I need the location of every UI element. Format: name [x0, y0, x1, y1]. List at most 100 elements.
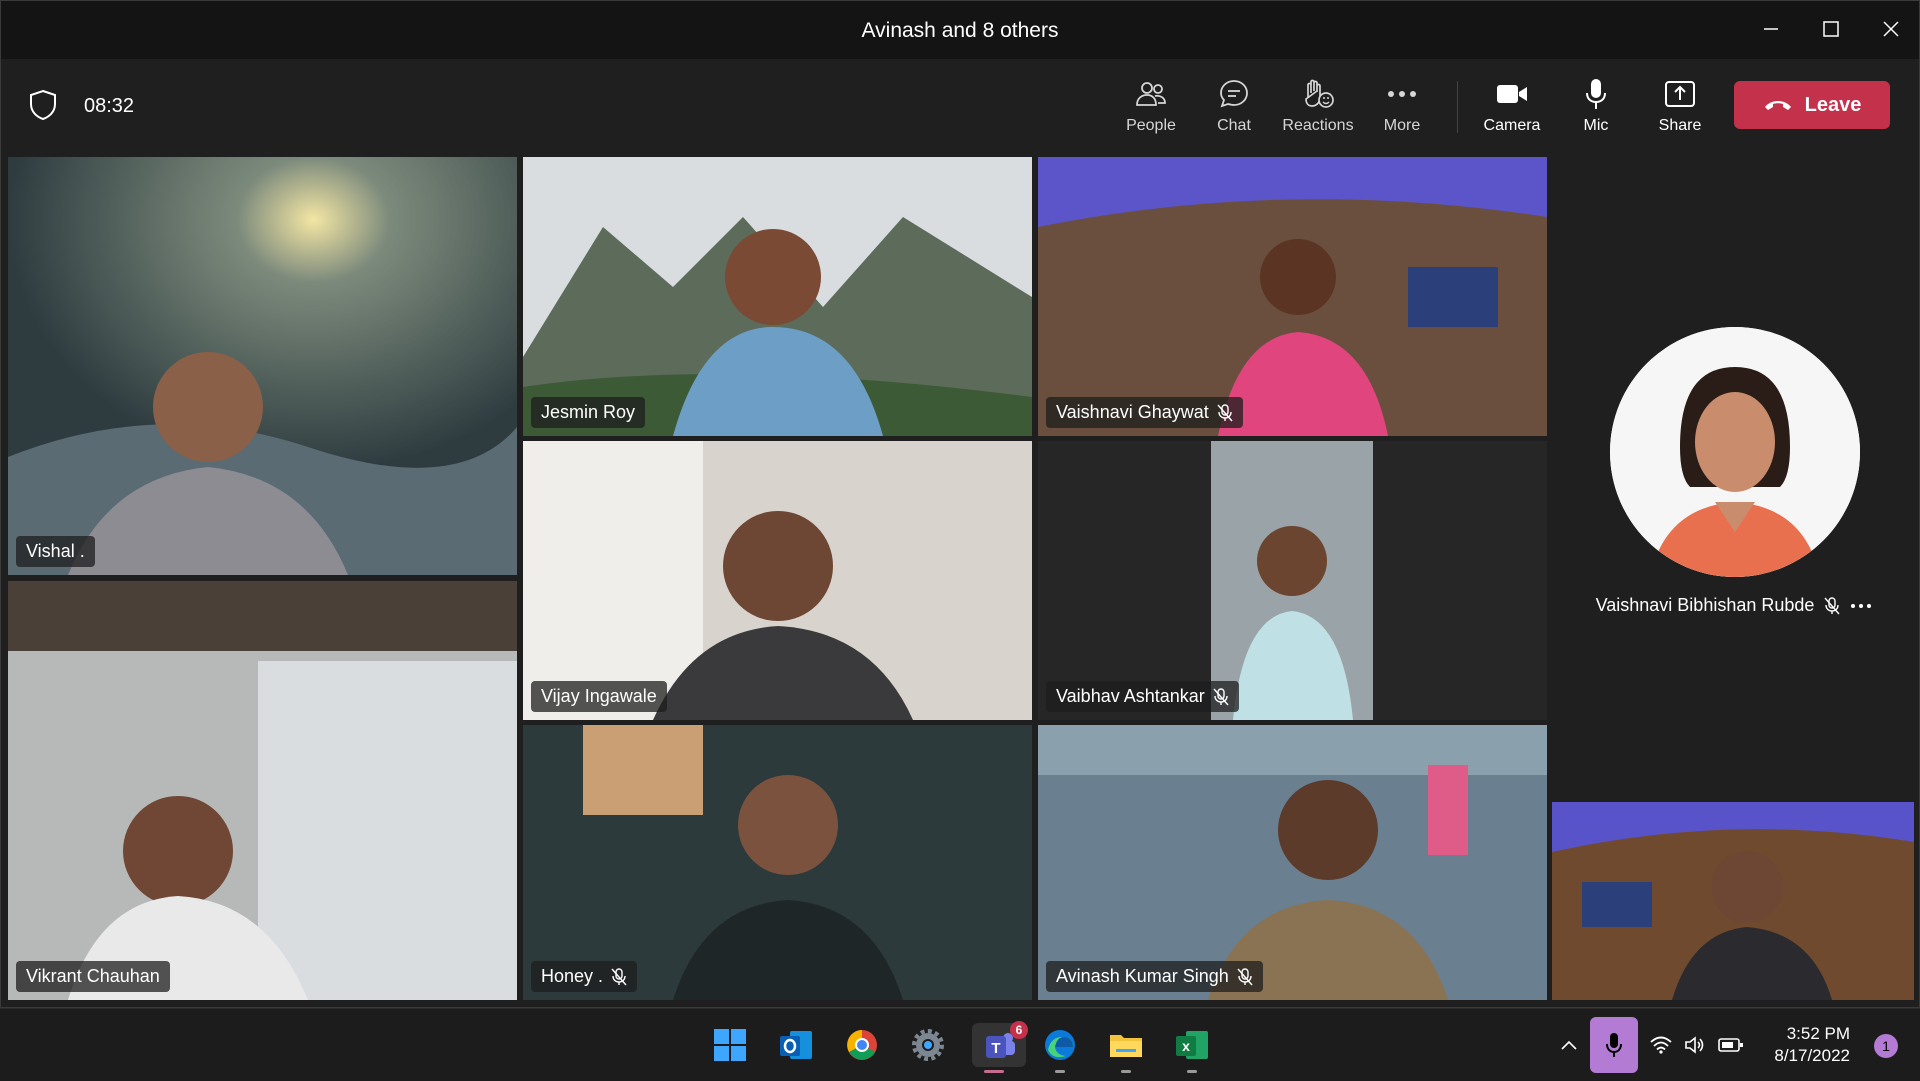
- self-preview-video[interactable]: [1552, 802, 1914, 1000]
- video-feed: [523, 441, 1032, 720]
- hang-up-icon: [1764, 101, 1791, 110]
- video-feed: [1038, 725, 1547, 1000]
- clock-time: 3:52 PM: [1786, 1024, 1850, 1043]
- share-label: Share: [1658, 117, 1702, 134]
- notification-badge: 6: [1010, 1021, 1028, 1039]
- minimize-button[interactable]: [1757, 15, 1785, 43]
- notification-center-badge[interactable]: 1: [1874, 1034, 1898, 1058]
- participant-name: Jesmin Roy: [541, 402, 636, 422]
- reactions-icon: [1278, 77, 1358, 111]
- more-button[interactable]: More: [1362, 77, 1442, 141]
- chrome-icon: [847, 1030, 877, 1060]
- mic-off-icon: [1237, 967, 1253, 985]
- show-hidden-icons-button[interactable]: [1560, 1009, 1578, 1081]
- camera-icon: [1472, 77, 1552, 111]
- mic-off-icon: [1213, 687, 1229, 705]
- mic-off-icon: [611, 967, 627, 985]
- windows-taskbar: T 6 x 3:52 PM 8/17/2022 1: [0, 1008, 1920, 1081]
- video-tile-vishal[interactable]: Vishal .: [8, 157, 517, 575]
- video-feed: [8, 581, 517, 1000]
- teams-app[interactable]: T 6: [972, 1021, 1028, 1073]
- maximize-icon: [1823, 21, 1839, 37]
- video-tile-vikrant-chauhan[interactable]: Vikrant Chauhan: [8, 581, 517, 1000]
- camera-label: Camera: [1483, 117, 1541, 134]
- leave-button[interactable]: Leave: [1734, 81, 1890, 129]
- participant-name-tag: Honey .: [531, 961, 638, 992]
- video-feed: [8, 157, 517, 575]
- mic-icon: [1556, 77, 1636, 111]
- video-tile-vaishnavi-ghaywat[interactable]: Vaishnavi Ghaywat: [1038, 157, 1547, 436]
- mic-icon: [1606, 1033, 1622, 1057]
- mic-button[interactable]: Mic: [1556, 77, 1636, 141]
- file-explorer-icon: [1110, 1035, 1142, 1057]
- video-feed: [1038, 157, 1547, 436]
- participant-name: Vikrant Chauhan: [26, 966, 160, 986]
- participant-name: Vijay Ingawale: [541, 686, 657, 706]
- participant-name-tag: Vaishnavi Bibhishan Rubde: [1552, 595, 1916, 616]
- chrome-app[interactable]: [840, 1023, 884, 1067]
- participant-name-tag: Avinash Kumar Singh: [1046, 961, 1263, 992]
- wifi-button[interactable]: [1650, 1009, 1672, 1081]
- outlook-icon: [780, 1031, 812, 1059]
- avatar: [1610, 327, 1860, 577]
- participant-name-tag: Vikrant Chauhan: [16, 961, 170, 992]
- volume-button[interactable]: [1684, 1009, 1706, 1081]
- video-tile-jesmin-roy[interactable]: Jesmin Roy: [523, 157, 1032, 436]
- battery-button[interactable]: [1718, 1009, 1744, 1081]
- battery-icon: [1718, 1038, 1743, 1052]
- chat-icon: [1194, 77, 1274, 111]
- reactions-button[interactable]: Reactions: [1278, 77, 1358, 141]
- audio-only-participant[interactable]: Vaishnavi Bibhishan Rubde: [1552, 155, 1916, 795]
- video-feed: [523, 157, 1032, 436]
- people-label: People: [1126, 117, 1176, 134]
- participant-name: Avinash Kumar Singh: [1056, 966, 1229, 986]
- file-explorer-app[interactable]: [1104, 1023, 1148, 1073]
- excel-icon: x: [1176, 1031, 1208, 1059]
- settings-icon: [912, 1029, 944, 1061]
- video-tile-vijay-ingawale[interactable]: Vijay Ingawale: [523, 441, 1032, 720]
- teams-meeting-window: Avinash and 8 others 08:32 People Chat R…: [0, 0, 1920, 1008]
- close-icon: [1883, 21, 1899, 37]
- toolbar-divider: [1457, 81, 1458, 133]
- participant-name-tag: Jesmin Roy: [531, 397, 646, 428]
- camera-button[interactable]: Camera: [1472, 77, 1552, 141]
- close-button[interactable]: [1877, 15, 1905, 43]
- more-label: More: [1383, 117, 1421, 134]
- chevron-up-icon: [1561, 1040, 1577, 1050]
- people-button[interactable]: People: [1111, 77, 1191, 141]
- video-tile-vaibhav-ashtankar[interactable]: Vaibhav Ashtankar: [1038, 441, 1547, 720]
- participant-name-tag: Vishal .: [16, 536, 95, 567]
- wifi-icon: [1650, 1036, 1672, 1054]
- excel-app[interactable]: x: [1170, 1023, 1214, 1073]
- more-options-icon[interactable]: [1850, 603, 1872, 609]
- share-icon: [1640, 77, 1720, 111]
- outlook-app[interactable]: [774, 1023, 818, 1067]
- meeting-controls-bar: 08:32 People Chat Reactions More Camera …: [1, 59, 1919, 153]
- video-feed: [1552, 802, 1914, 1000]
- settings-app[interactable]: [906, 1023, 950, 1067]
- chat-label: Chat: [1217, 117, 1251, 134]
- system-clock[interactable]: 3:52 PM 8/17/2022: [1774, 1023, 1850, 1067]
- minimize-icon: [1764, 28, 1778, 30]
- clock-date: 8/17/2022: [1774, 1046, 1850, 1065]
- leave-label: Leave: [1804, 93, 1862, 116]
- more-icon: [1362, 77, 1442, 111]
- video-tile-honey[interactable]: Honey .: [523, 725, 1032, 1000]
- shield-icon[interactable]: [28, 89, 58, 126]
- microphone-in-use-button[interactable]: [1590, 1017, 1638, 1073]
- maximize-button[interactable]: [1817, 15, 1845, 43]
- reactions-label: Reactions: [1282, 117, 1354, 134]
- edge-app[interactable]: [1038, 1023, 1082, 1073]
- share-button[interactable]: Share: [1640, 77, 1720, 141]
- chat-button[interactable]: Chat: [1194, 77, 1274, 141]
- people-icon: [1111, 77, 1191, 111]
- video-feed: [523, 725, 1032, 1000]
- participant-name: Vishal .: [26, 541, 85, 561]
- mic-label: Mic: [1583, 117, 1609, 134]
- start-icon: [714, 1029, 746, 1061]
- video-tile-avinash-kumar-singh[interactable]: Avinash Kumar Singh: [1038, 725, 1547, 1000]
- participant-name: Vaishnavi Bibhishan Rubde: [1595, 595, 1815, 615]
- start-button[interactable]: [708, 1023, 752, 1067]
- video-feed: [1038, 441, 1547, 720]
- mic-off-icon: [1217, 403, 1233, 421]
